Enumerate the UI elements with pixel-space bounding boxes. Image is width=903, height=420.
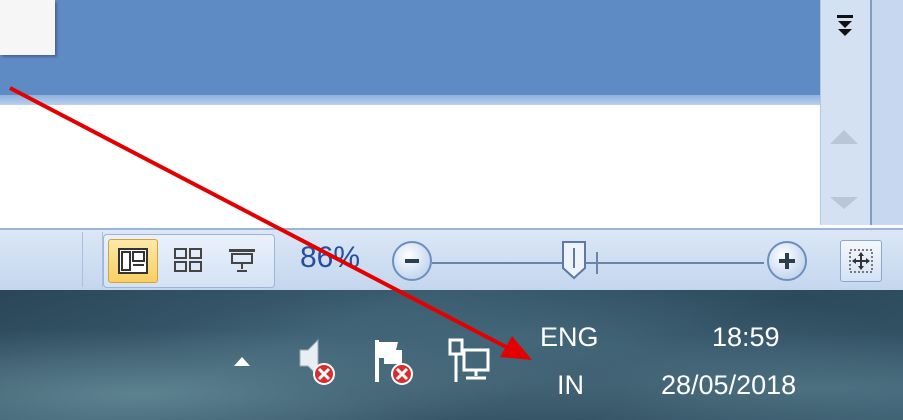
zoom-slider-track[interactable] (432, 262, 764, 264)
minus-icon (405, 259, 419, 263)
scroll-down-arrow-icon[interactable] (830, 197, 858, 209)
status-bar-divider (84, 232, 103, 287)
show-hidden-icons-chevron-icon[interactable] (234, 357, 250, 366)
slide-sorter-view-button[interactable] (164, 239, 212, 281)
fit-slide-to-window-button[interactable] (840, 240, 882, 282)
zoom-slider-thumb[interactable] (560, 240, 588, 280)
zoom-level-button[interactable]: 86% (300, 241, 360, 275)
normal-view-icon (118, 248, 148, 274)
status-bar-cell (0, 232, 83, 287)
reading-view-button[interactable] (218, 239, 266, 281)
volume-muted-icon[interactable] (294, 336, 336, 388)
input-language-region[interactable]: IN (557, 370, 584, 401)
slide-thumbnail-box[interactable] (0, 0, 55, 55)
input-language-code[interactable]: ENG (540, 322, 599, 353)
plus-icon (779, 253, 795, 269)
expand-ribbon-icon[interactable] (826, 8, 864, 46)
slide-sorter-icon (174, 248, 202, 272)
clock-date[interactable]: 28/05/2018 (661, 370, 796, 401)
window-edge (870, 0, 903, 225)
action-center-flag-icon[interactable] (372, 336, 414, 388)
zoom-in-button[interactable] (767, 241, 807, 281)
slideshow-icon (229, 249, 255, 272)
clock-time[interactable]: 18:59 (712, 322, 780, 353)
zoom-out-button[interactable] (392, 241, 432, 281)
notes-pane (0, 0, 820, 95)
fit-to-window-icon (849, 249, 873, 273)
pane-splitter[interactable] (0, 95, 820, 105)
zoom-slider-center-tick (596, 252, 598, 274)
notes-content-area[interactable] (0, 105, 820, 225)
scroll-up-arrow-icon[interactable] (830, 130, 858, 144)
network-disconnected-icon[interactable] (446, 336, 490, 388)
normal-view-button[interactable] (108, 239, 158, 283)
